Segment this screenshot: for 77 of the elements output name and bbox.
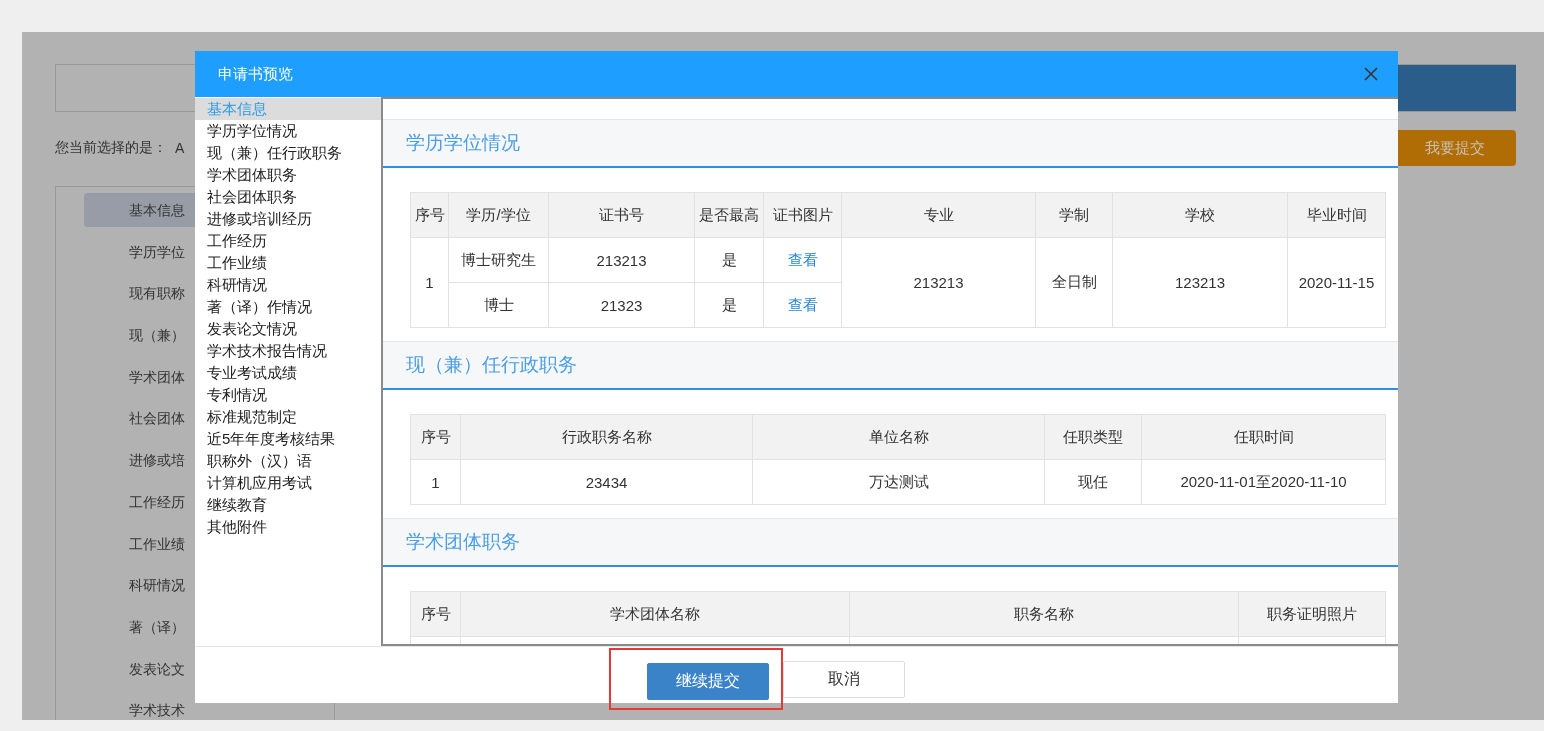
nav-item[interactable]: 计算机应用考试	[195, 472, 381, 494]
section-title: 学历学位情况	[406, 131, 520, 155]
cancel-button[interactable]: 取消	[782, 660, 905, 698]
sidebar-item[interactable]: 现有职称	[84, 276, 195, 311]
column-header: 序号	[410, 591, 461, 637]
table-cell: 全日制	[1035, 237, 1113, 328]
table-cell: 2020-11-01至2020-11-10	[1141, 459, 1386, 505]
table-cell: 213213	[841, 237, 1036, 328]
nav-item[interactable]: 工作经历	[195, 230, 381, 252]
sidebar-item[interactable]: 著（译）	[84, 609, 195, 644]
nav-item[interactable]: 专业考试成绩	[195, 362, 381, 384]
table-cell: 123213	[1112, 237, 1288, 328]
nav-item[interactable]: 专利情况	[195, 384, 381, 406]
table-cell: 万达测试	[752, 459, 1045, 505]
column-header: 证书号	[548, 192, 695, 238]
column-header: 单位名称	[752, 414, 1045, 460]
nav-item[interactable]: 学术团体职务	[195, 164, 381, 186]
view-link[interactable]: 查看	[787, 295, 818, 313]
table-cell: 213213	[548, 237, 695, 283]
table-cell: 23434	[460, 459, 753, 505]
dialog-title: 申请书预览	[218, 64, 293, 84]
column-header: 任职类型	[1044, 414, 1142, 460]
column-header: 学历/学位	[448, 192, 549, 238]
column-header: 证书图片	[763, 192, 842, 238]
section-title: 现（兼）任行政职务	[406, 353, 577, 377]
column-header: 序号	[410, 192, 449, 238]
column-header: 任职时间	[1141, 414, 1386, 460]
table-cell: 21323	[548, 282, 695, 328]
section-title: 学术团体职务	[406, 530, 520, 554]
nav-item[interactable]: 近5年年度考核结果	[195, 428, 381, 450]
sidebar-item[interactable]: 科研情况	[84, 568, 195, 603]
nav-item[interactable]: 进修或培训经历	[195, 208, 381, 230]
column-header: 学制	[1035, 192, 1113, 238]
sidebar-item[interactable]: 进修或培	[84, 443, 195, 478]
nav-item[interactable]: 标准规范制定	[195, 406, 381, 428]
column-header: 行政职务名称	[460, 414, 753, 460]
nav-item[interactable]: 其他附件	[195, 516, 381, 538]
sidebar-item[interactable]: 现（兼）	[84, 318, 195, 353]
nav-item[interactable]: 学术技术报告情况	[195, 340, 381, 362]
column-header: 是否最高	[694, 192, 764, 238]
column-header: 专业	[841, 192, 1036, 238]
table-cell: 1	[410, 237, 449, 328]
table-cell: 博士	[448, 282, 549, 328]
column-header: 职务名称	[849, 591, 1239, 637]
continue-button[interactable]: 继续提交	[646, 663, 769, 700]
nav-item[interactable]: 学历学位情况	[195, 120, 381, 142]
sidebar-item[interactable]: 学术技术	[84, 693, 195, 720]
nav-item[interactable]: 现（兼）任行政职务	[195, 142, 381, 164]
nav-item[interactable]: 继续教育	[195, 494, 381, 516]
nav-item[interactable]: 社会团体职务	[195, 186, 381, 208]
nav-item[interactable]: 工作业绩	[195, 252, 381, 274]
selection-value: A	[175, 140, 185, 156]
selection-label: 您当前选择的是：	[55, 139, 167, 157]
sidebar-item[interactable]: 学历学位	[84, 234, 195, 269]
sidebar-item[interactable]: 工作经历	[84, 484, 195, 519]
sidebar-item[interactable]: 社会团体	[84, 401, 195, 436]
table-cell: 是	[694, 282, 764, 328]
column-header: 学术团体名称	[460, 591, 850, 637]
table-cell: 1	[410, 459, 461, 505]
view-link[interactable]: 查看	[787, 250, 818, 268]
sidebar-item[interactable]: 发表论文	[84, 651, 195, 686]
nav-item[interactable]: 著（译）作情况	[195, 296, 381, 318]
nav-item[interactable]: 发表论文情况	[195, 318, 381, 340]
close-icon[interactable]	[1364, 67, 1378, 81]
column-header: 序号	[410, 414, 461, 460]
sidebar-item[interactable]: 工作业绩	[84, 526, 195, 561]
sidebar-item[interactable]: 基本信息	[84, 193, 195, 227]
column-header: 毕业时间	[1287, 192, 1386, 238]
nav-item[interactable]: 职称外（汉）语	[195, 450, 381, 472]
column-header: 学校	[1112, 192, 1288, 238]
column-header: 职务证明照片	[1238, 591, 1386, 637]
table-cell: 2020-11-15	[1287, 237, 1386, 328]
table-cell: 是	[694, 237, 764, 283]
table-cell: 现任	[1044, 459, 1142, 505]
sidebar-item[interactable]: 学术团体	[84, 359, 195, 394]
nav-item[interactable]: 科研情况	[195, 274, 381, 296]
table-cell: 博士研究生	[448, 237, 549, 283]
